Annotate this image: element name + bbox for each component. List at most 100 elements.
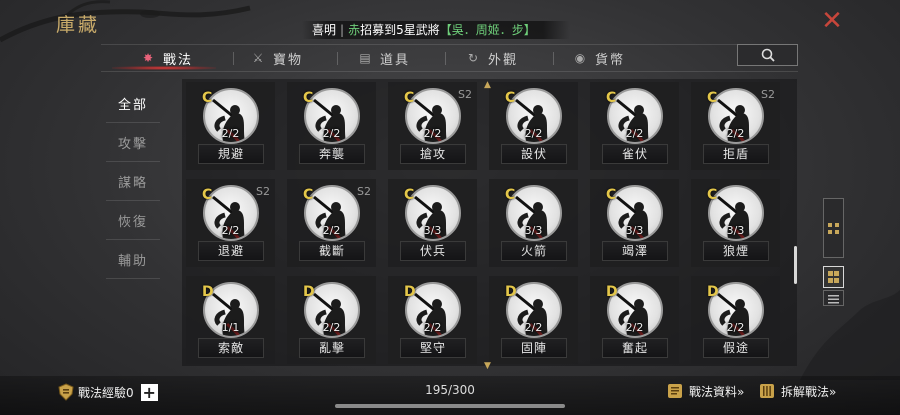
category-all[interactable]: 全部 — [106, 84, 160, 123]
tactic-name: 拒盾 — [703, 144, 769, 164]
large-grid-icon — [828, 271, 839, 283]
tactic-count: 1/1 — [221, 321, 240, 334]
tactic-count: 2/2 — [322, 321, 341, 334]
tactic-count: 2/2 — [524, 321, 543, 334]
tactic-name: 規避 — [198, 144, 264, 164]
grade-badge: C — [505, 187, 516, 203]
tactic-count: 2/2 — [221, 224, 240, 237]
category-support[interactable]: 輔助 — [106, 240, 160, 279]
tactic-card[interactable]: C 3/3 狼煙 — [691, 179, 780, 267]
tactic-name: 竭澤 — [602, 241, 668, 261]
tab-appearance[interactable]: ↻ 外觀 — [466, 45, 518, 71]
grade-badge: D — [505, 284, 517, 300]
scroll-up-icon: ▲ — [484, 80, 491, 90]
tactic-count: 3/3 — [423, 224, 442, 237]
tactic-count: 2/2 — [423, 127, 442, 140]
tab-treasures[interactable]: ⚔ 寶物 — [251, 45, 303, 71]
category-filter: 全部 攻擊 謀略 恢復 輔助 — [106, 84, 160, 279]
grade-badge: D — [404, 284, 416, 300]
tactic-card[interactable]: D 2/2 堅守 — [388, 276, 477, 364]
grade-badge: C — [606, 187, 617, 203]
grade-badge: C — [606, 90, 617, 106]
tactic-card[interactable]: C S2 2/2 搶攻 — [388, 82, 477, 170]
season-tag: S2 — [256, 185, 270, 198]
tactic-card[interactable]: D 2/2 固陣 — [489, 276, 578, 364]
grade-badge: D — [606, 284, 618, 300]
grade-badge: C — [404, 187, 415, 203]
grade-badge: C — [404, 90, 415, 106]
tab-label: 寶物 — [273, 52, 304, 68]
tactic-name: 奮起 — [602, 338, 668, 358]
tactic-card[interactable]: D 2/2 假途 — [691, 276, 780, 364]
tactic-info-label: 戰法資料» — [689, 384, 745, 399]
add-exp-button[interactable]: + — [140, 383, 158, 401]
tab-label: 戰法 — [163, 52, 194, 68]
tactic-card[interactable]: D 1/1 索敵 — [186, 276, 275, 364]
tactic-count: 2/2 — [524, 127, 543, 140]
grade-badge: C — [707, 90, 718, 106]
large-grid-button[interactable] — [823, 266, 844, 288]
grade-badge: D — [303, 284, 315, 300]
tactic-name: 火箭 — [501, 241, 567, 261]
list-view-button[interactable] — [823, 290, 844, 306]
grade-badge: C — [505, 90, 516, 106]
grade-badge: C — [707, 187, 718, 203]
active-tab-indicator — [112, 66, 216, 70]
tactic-name: 亂擊 — [299, 338, 365, 358]
currency-icon: ◉ — [574, 51, 588, 65]
category-strategy[interactable]: 謀略 — [106, 162, 160, 201]
tactic-card[interactable]: C 2/2 規避 — [186, 82, 275, 170]
tab-items[interactable]: ▤ 道具 — [358, 45, 410, 71]
grade-badge: C — [202, 90, 213, 106]
tactic-card[interactable]: C 2/2 雀伏 — [590, 82, 679, 170]
dismantle-icon — [760, 384, 774, 398]
search-button[interactable] — [737, 44, 798, 66]
dismantle-link[interactable]: 拆解戰法» — [757, 381, 836, 401]
marquee-player: 喜明 — [312, 23, 337, 37]
tactic-card[interactable]: C S2 2/2 截斷 — [287, 179, 376, 267]
tactic-name: 固陣 — [501, 338, 567, 358]
treasure-icon: ⚔ — [252, 51, 266, 65]
tactic-count: 2/2 — [726, 127, 745, 140]
tactic-count: 3/3 — [625, 224, 644, 237]
tactic-count: 2/2 — [423, 321, 442, 334]
grid-view-icon[interactable] — [824, 219, 843, 238]
tactic-count: 3/3 — [524, 224, 543, 237]
tactic-card[interactable]: C 3/3 火箭 — [489, 179, 578, 267]
close-icon[interactable]: ✕ — [820, 8, 844, 34]
scroll-down-icon: ▼ — [484, 361, 491, 371]
vertical-scrollbar[interactable] — [794, 246, 797, 284]
view-toggle-group — [823, 198, 844, 258]
tactic-card[interactable]: D 2/2 亂擊 — [287, 276, 376, 364]
tactic-card[interactable]: C 2/2 設伏 — [489, 82, 578, 170]
tactic-count: 3/3 — [726, 224, 745, 237]
tab-label: 外觀 — [488, 52, 519, 68]
tactic-name: 搶攻 — [400, 144, 466, 164]
category-attack[interactable]: 攻擊 — [106, 123, 160, 162]
tactic-name: 退避 — [198, 241, 264, 261]
tactic-card[interactable]: C S2 2/2 拒盾 — [691, 82, 780, 170]
tactic-card[interactable]: C 3/3 伏兵 — [388, 179, 477, 267]
exp-label: 戰法經驗0 — [78, 385, 134, 400]
tactic-count: 2/2 — [322, 224, 341, 237]
tactic-card[interactable]: C S2 2/2 退避 — [186, 179, 275, 267]
grade-badge: C — [202, 187, 213, 203]
tactic-name: 設伏 — [501, 144, 567, 164]
capacity-count: 195/300 — [425, 383, 475, 397]
tactic-card[interactable]: C 2/2 奔襲 — [287, 82, 376, 170]
tab-currency[interactable]: ◉ 貨幣 — [573, 45, 625, 71]
tactic-name: 狼煙 — [703, 241, 769, 261]
marquee-separator: | — [340, 23, 345, 37]
tactic-card[interactable]: C 3/3 竭澤 — [590, 179, 679, 267]
item-icon: ▤ — [359, 51, 373, 65]
marquee-message: 招募到5星武將 — [360, 23, 440, 37]
category-recovery[interactable]: 恢復 — [106, 201, 160, 240]
tactic-card[interactable]: D 2/2 奮起 — [590, 276, 679, 364]
marquee-general: 【吳．周姬．步】 — [439, 23, 536, 37]
search-icon — [761, 48, 775, 62]
tactic-exp: 戰法經驗0 + — [57, 383, 158, 401]
season-tag: S2 — [357, 185, 371, 198]
tactic-info-link[interactable]: 戰法資料» — [665, 381, 744, 401]
dismantle-label: 拆解戰法» — [781, 384, 837, 399]
tactic-name: 截斷 — [299, 241, 365, 261]
